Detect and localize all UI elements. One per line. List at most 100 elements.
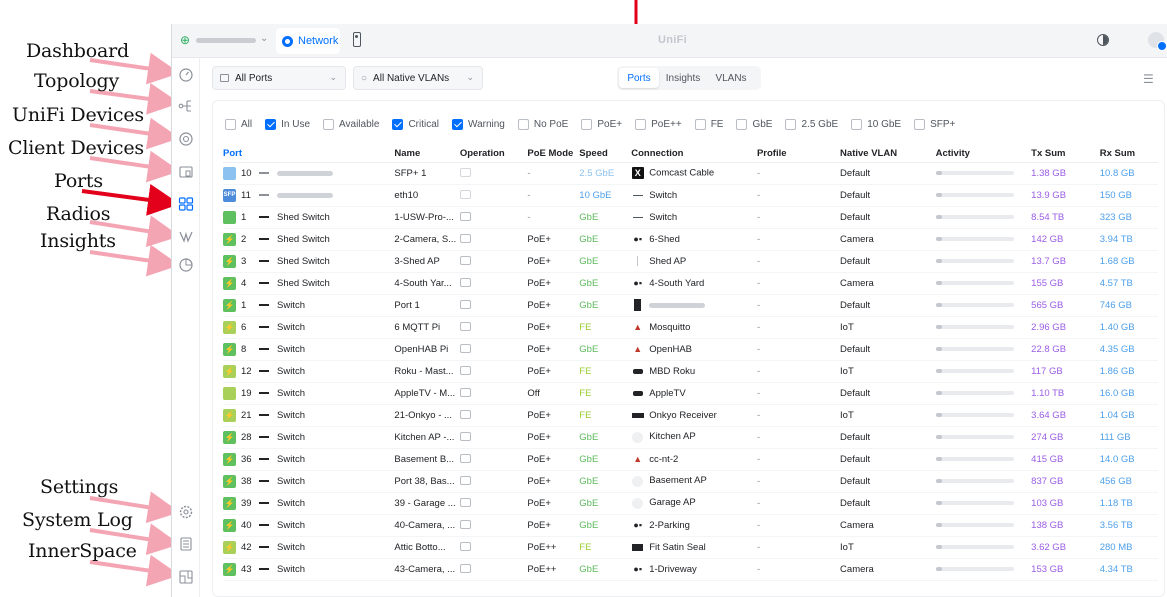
theme-toggle-icon[interactable] bbox=[1097, 34, 1109, 46]
topology-icon[interactable] bbox=[178, 98, 194, 114]
table-row[interactable]: 4 Shed Switch 4-South Yar... PoE+GbE●▪ 4-Sou… bbox=[223, 272, 1158, 295]
col-activity[interactable]: Activity bbox=[935, 145, 1032, 163]
table-row[interactable]: 19 Switch AppleTV - M... Off FE AppleTV - Defau… bbox=[223, 382, 1158, 405]
col-connection[interactable]: Connection bbox=[631, 145, 757, 163]
tab-ports[interactable]: Ports bbox=[619, 68, 659, 88]
table-row[interactable]: 21 Switch 21-Onkyo - ... PoE+FE Onkyo Receiv… bbox=[223, 404, 1158, 427]
table-row[interactable]: 40 Switch 40-Camera, ... PoE+GbE●▪ 2-Parking… bbox=[223, 514, 1158, 537]
table-row[interactable]: 1 Shed Switch 1-USW-Pro-... - GbE Switch - Defa… bbox=[223, 206, 1158, 229]
table-row[interactable]: 1 Switch Port 1 PoE+GbE -Default 565 GB746 GB bbox=[223, 294, 1158, 317]
port-speed: 2.5 GbE bbox=[579, 162, 632, 185]
chevron-down-icon[interactable]: ⌄ bbox=[260, 33, 268, 44]
filter-chip[interactable]: In Use bbox=[265, 118, 310, 130]
remote-icon[interactable] bbox=[353, 32, 361, 47]
port-operation-icon[interactable] bbox=[459, 498, 471, 508]
col-profile[interactable]: Profile bbox=[756, 145, 841, 163]
clients-icon[interactable] bbox=[178, 164, 194, 180]
port-operation-icon[interactable] bbox=[459, 190, 471, 200]
app-tab-network[interactable]: Network bbox=[276, 28, 340, 54]
tab-insights[interactable]: Insights bbox=[659, 68, 707, 88]
checkbox[interactable] bbox=[851, 118, 863, 130]
checkbox[interactable] bbox=[914, 118, 926, 130]
checkbox[interactable] bbox=[225, 118, 236, 130]
port-operation-icon[interactable] bbox=[459, 256, 471, 266]
table-row[interactable]: 8 Switch OpenHAB Pi PoE+GbE▲ OpenHAB -Default… bbox=[223, 338, 1158, 361]
table-row[interactable]: 6 Switch 6 MQTT Pi PoE+FE▲ Mosquitto -IoT 2.96… bbox=[223, 316, 1158, 339]
table-row[interactable]: 39 Switch 39 - Garage ... PoE+GbE Garage AP -… bbox=[223, 492, 1158, 515]
col-native-vlan[interactable]: Native VLAN bbox=[840, 145, 936, 163]
insights-icon[interactable] bbox=[178, 257, 194, 273]
ports-icon[interactable] bbox=[178, 196, 194, 212]
filter-chip[interactable]: All bbox=[225, 118, 252, 130]
port-operation-icon[interactable] bbox=[459, 564, 471, 574]
port-operation-icon[interactable] bbox=[459, 476, 471, 486]
radio-icon[interactable] bbox=[178, 228, 194, 244]
filter-chip[interactable]: FE bbox=[694, 118, 723, 130]
speedometer-icon[interactable] bbox=[178, 67, 194, 83]
filter-chip[interactable]: 10 GbE bbox=[851, 118, 901, 130]
checkbox[interactable] bbox=[785, 118, 797, 130]
port-operation-icon[interactable] bbox=[459, 300, 471, 310]
checkbox[interactable] bbox=[635, 118, 647, 130]
site-selector[interactable] bbox=[196, 38, 256, 43]
table-row[interactable]: 28 Switch Kitchen AP -... PoE+GbE Kitchen AP… bbox=[223, 426, 1158, 449]
table-row[interactable]: 10 SFP+ 1-2.5 GbE X Comcast Cable - Default 1.… bbox=[223, 162, 1158, 185]
filter-chip[interactable]: PoE++ bbox=[635, 118, 682, 130]
filter-chip[interactable]: 2.5 GbE bbox=[785, 118, 838, 130]
col-speed[interactable]: Speed bbox=[579, 145, 632, 163]
checkbox[interactable] bbox=[694, 118, 706, 130]
table-row[interactable]: 42 Switch Attic Botto... PoE++FE Fit Satin S… bbox=[223, 536, 1158, 559]
col-poe-mode[interactable]: PoE Mode bbox=[527, 145, 580, 163]
ports-filter-select[interactable]: All Ports ⌄ bbox=[212, 66, 346, 90]
port-operation-icon[interactable] bbox=[459, 168, 471, 178]
checkbox[interactable] bbox=[736, 118, 748, 130]
port-operation-icon[interactable] bbox=[459, 234, 471, 244]
checkbox[interactable] bbox=[265, 118, 277, 130]
checkbox[interactable] bbox=[517, 118, 529, 130]
table-row[interactable]: SFP 11 eth10-10 GbE Switch - Default 13.9 GB 15… bbox=[223, 184, 1158, 207]
port-operation-icon[interactable] bbox=[459, 212, 471, 222]
port-operation-icon[interactable] bbox=[459, 454, 471, 464]
checkbox[interactable] bbox=[323, 118, 335, 130]
col-tx-sum[interactable]: Tx Sum bbox=[1031, 145, 1100, 163]
connection-cell: ●▪ 4-South Yard bbox=[631, 272, 757, 295]
device-icon[interactable] bbox=[178, 131, 194, 147]
port-operation-icon[interactable] bbox=[459, 542, 471, 552]
avatar[interactable] bbox=[1148, 32, 1167, 51]
gear-icon[interactable] bbox=[178, 504, 194, 520]
port-operation-icon[interactable] bbox=[459, 520, 471, 530]
checkbox[interactable] bbox=[581, 118, 593, 130]
col-operation[interactable]: Operation bbox=[459, 145, 528, 163]
port-operation-icon[interactable] bbox=[459, 388, 471, 398]
col-rx-sum[interactable]: Rx Sum bbox=[1099, 145, 1158, 163]
table-row[interactable]: 36 Switch Basement B... PoE+GbE▲ cc-nt-2 -Def… bbox=[223, 448, 1158, 471]
checkbox[interactable] bbox=[452, 118, 463, 130]
port-operation-icon[interactable] bbox=[459, 322, 471, 332]
vlan-filter-select[interactable]: ○ All Native VLANs ⌄ bbox=[353, 66, 483, 90]
filter-chip[interactable]: Available bbox=[323, 118, 379, 130]
table-row[interactable]: 3 Shed Switch 3-Shed AP PoE+GbE Shed AP -Defa… bbox=[223, 250, 1158, 273]
port-operation-icon[interactable] bbox=[459, 344, 471, 354]
port-operation-icon[interactable] bbox=[459, 432, 471, 442]
filter-chip[interactable]: No PoE bbox=[517, 118, 568, 130]
col-port[interactable]: Port bbox=[223, 145, 395, 163]
log-icon[interactable] bbox=[178, 536, 194, 552]
table-row[interactable]: 2 Shed Switch 2-Camera, S... PoE+GbE●▪ 6-She… bbox=[223, 228, 1158, 251]
filter-chip[interactable]: PoE+ bbox=[581, 118, 622, 130]
port-operation-icon[interactable] bbox=[459, 278, 471, 288]
port-operation-icon[interactable] bbox=[459, 410, 471, 420]
table-row[interactable]: 12 Switch Roku - Mast... PoE+FE MBD Roku -IoT… bbox=[223, 360, 1158, 383]
filter-chip[interactable]: Warning bbox=[452, 118, 505, 130]
filter-chip[interactable]: SFP+ bbox=[914, 118, 955, 130]
port-operation-icon[interactable] bbox=[459, 366, 471, 376]
table-row[interactable]: 43 Switch 43-Camera, ... PoE++GbE●▪ 1-Drivew… bbox=[223, 558, 1158, 581]
col-name[interactable]: Name bbox=[394, 145, 460, 163]
sliders-icon[interactable]: ☰ bbox=[1143, 72, 1154, 86]
filter-chip[interactable]: GbE bbox=[736, 118, 772, 130]
tab-vlans[interactable]: VLANs bbox=[707, 68, 755, 88]
table-row[interactable]: 38 Switch Port 38, Bas... PoE+GbE Basement A… bbox=[223, 470, 1158, 493]
filter-chip[interactable]: Critical bbox=[392, 118, 439, 130]
checkbox[interactable] bbox=[392, 118, 404, 130]
activity-cell bbox=[935, 316, 1032, 339]
floorplan-icon[interactable] bbox=[178, 569, 194, 585]
